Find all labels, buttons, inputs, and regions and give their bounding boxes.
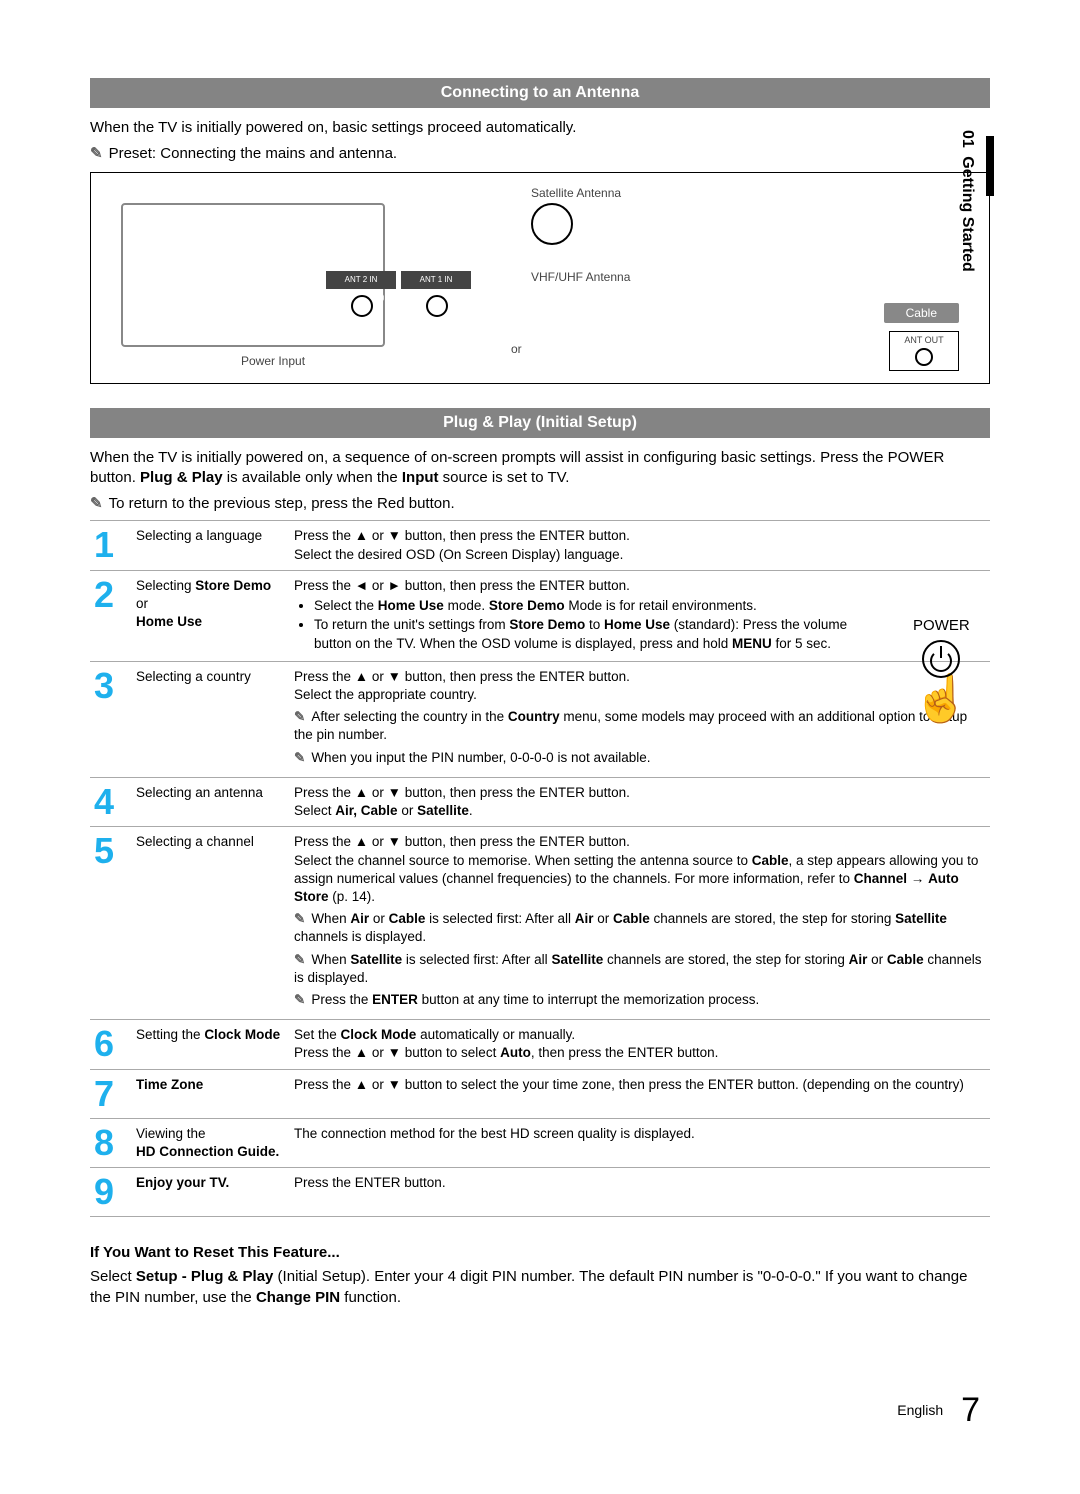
step-description: Press the ▲ or ▼ button, then press the … <box>290 661 990 777</box>
section2-intro: When the TV is initially powered on, a s… <box>90 448 990 489</box>
step-title: Selecting a country <box>132 661 290 777</box>
step-note: When Air or Cable is selected first: Aft… <box>294 910 986 946</box>
step-title: Selecting a language <box>132 521 290 570</box>
setup-steps-table: 1 Selecting a language Press the ▲ or ▼ … <box>90 520 990 1217</box>
step-title: Setting the Clock Mode <box>132 1020 290 1069</box>
step-row-1: 1 Selecting a language Press the ▲ or ▼ … <box>90 521 990 570</box>
step-title: Viewing theHD Connection Guide. <box>132 1118 290 1167</box>
section2-note-text: To return to the previous step, press th… <box>109 495 455 512</box>
coax-port-icon <box>351 295 373 317</box>
reset-instruction: Select Setup - Plug & Play (Initial Setu… <box>90 1267 990 1308</box>
step-number: 7 <box>90 1069 132 1118</box>
antenna-connection-diagram: Power Input ANT 2 IN (SATELLITE) ANT 1 I… <box>90 172 990 384</box>
step-title: Selecting a channel <box>132 827 290 1020</box>
power-label: POWER <box>913 616 970 636</box>
step-description: Press the ENTER button. <box>290 1168 990 1217</box>
step-title: Selecting an antenna <box>132 777 290 826</box>
satellite-dish-icon <box>531 203 573 245</box>
step-row-6: 6 Setting the Clock Mode Set the Clock M… <box>90 1020 990 1069</box>
ant-out-label: ANT OUT <box>904 335 943 345</box>
page-number: 7 <box>961 1391 980 1429</box>
step-number: 8 <box>90 1118 132 1167</box>
step-number: 6 <box>90 1020 132 1069</box>
wall-outlet-icon: ANT OUT <box>889 331 959 371</box>
section1-intro: When the TV is initially powered on, bas… <box>90 118 990 138</box>
footer-language: English <box>897 1402 943 1418</box>
coax-jack-icon <box>915 348 933 366</box>
vhf-uhf-label: VHF/UHF Antenna <box>531 269 630 285</box>
section-heading-plug-play: Plug & Play (Initial Setup) <box>90 408 990 438</box>
step-note: After selecting the country in the Count… <box>294 708 986 744</box>
step-note: Press the ENTER button at any time to in… <box>294 991 986 1009</box>
hand-press-icon: ☝ <box>913 682 970 714</box>
ant2-in-port-label: ANT 2 IN (SATELLITE) <box>326 271 396 289</box>
step-description: Set the Clock Mode automatically or manu… <box>290 1020 990 1069</box>
step-row-2: 2 Selecting Store Demo or Home Use Press… <box>90 570 990 661</box>
section1-note: Preset: Connecting the mains and antenna… <box>90 144 990 164</box>
coax-port-icon <box>426 295 448 317</box>
step-row-5: 5 Selecting a channel Press the ▲ or ▼ b… <box>90 827 990 1020</box>
step-row-4: 4 Selecting an antenna Press the ▲ or ▼ … <box>90 777 990 826</box>
or-label: or <box>511 341 522 357</box>
step-description: The connection method for the best HD sc… <box>290 1118 990 1167</box>
page-footer: English 7 <box>897 1388 980 1434</box>
step-number: 3 <box>90 661 132 777</box>
step-description: Press the ▲ or ▼ button, then press the … <box>290 777 990 826</box>
step-title: Selecting Store Demo or Home Use <box>132 570 290 661</box>
section2-note: To return to the previous step, press th… <box>90 494 990 514</box>
power-input-label: Power Input <box>241 353 305 369</box>
reset-heading: If You Want to Reset This Feature... <box>90 1243 990 1263</box>
power-button-figure: POWER ☝ <box>913 616 970 714</box>
step-number: 9 <box>90 1168 132 1217</box>
cable-label: Cable <box>884 303 959 323</box>
step-row-3: 3 Selecting a country Press the ▲ or ▼ b… <box>90 661 990 777</box>
step-row-8: 8 Viewing theHD Connection Guide. The co… <box>90 1118 990 1167</box>
step-number: 2 <box>90 570 132 661</box>
step-number: 5 <box>90 827 132 1020</box>
step-number: 4 <box>90 777 132 826</box>
satellite-antenna-label: Satellite Antenna <box>531 185 621 201</box>
ant1-in-port-label: ANT 1 IN (AIR/CABLE) <box>401 271 471 289</box>
step-description: Press the ▲ or ▼ button to select the yo… <box>290 1069 990 1118</box>
step-description: Press the ◄ or ► button, then press the … <box>290 570 990 661</box>
step-row-9: 9 Enjoy your TV. Press the ENTER button. <box>90 1168 990 1217</box>
step-title: Time Zone <box>132 1069 290 1118</box>
section1-note-text: Preset: Connecting the mains and antenna… <box>109 145 398 162</box>
step-description: Press the ▲ or ▼ button, then press the … <box>290 827 990 1020</box>
step-note: When Satellite is selected first: After … <box>294 951 986 987</box>
step-description: Press the ▲ or ▼ button, then press the … <box>290 521 990 570</box>
step-number: 1 <box>90 521 132 570</box>
chapter-number: 01 <box>959 130 976 148</box>
page: 01 Getting Started Connecting to an Ante… <box>0 0 1080 1494</box>
step-note: When you input the PIN number, 0-0-0-0 i… <box>294 749 986 767</box>
section-heading-antenna: Connecting to an Antenna <box>90 78 990 108</box>
step-title: Enjoy your TV. <box>132 1168 290 1217</box>
step-row-7: 7 Time Zone Press the ▲ or ▼ button to s… <box>90 1069 990 1118</box>
